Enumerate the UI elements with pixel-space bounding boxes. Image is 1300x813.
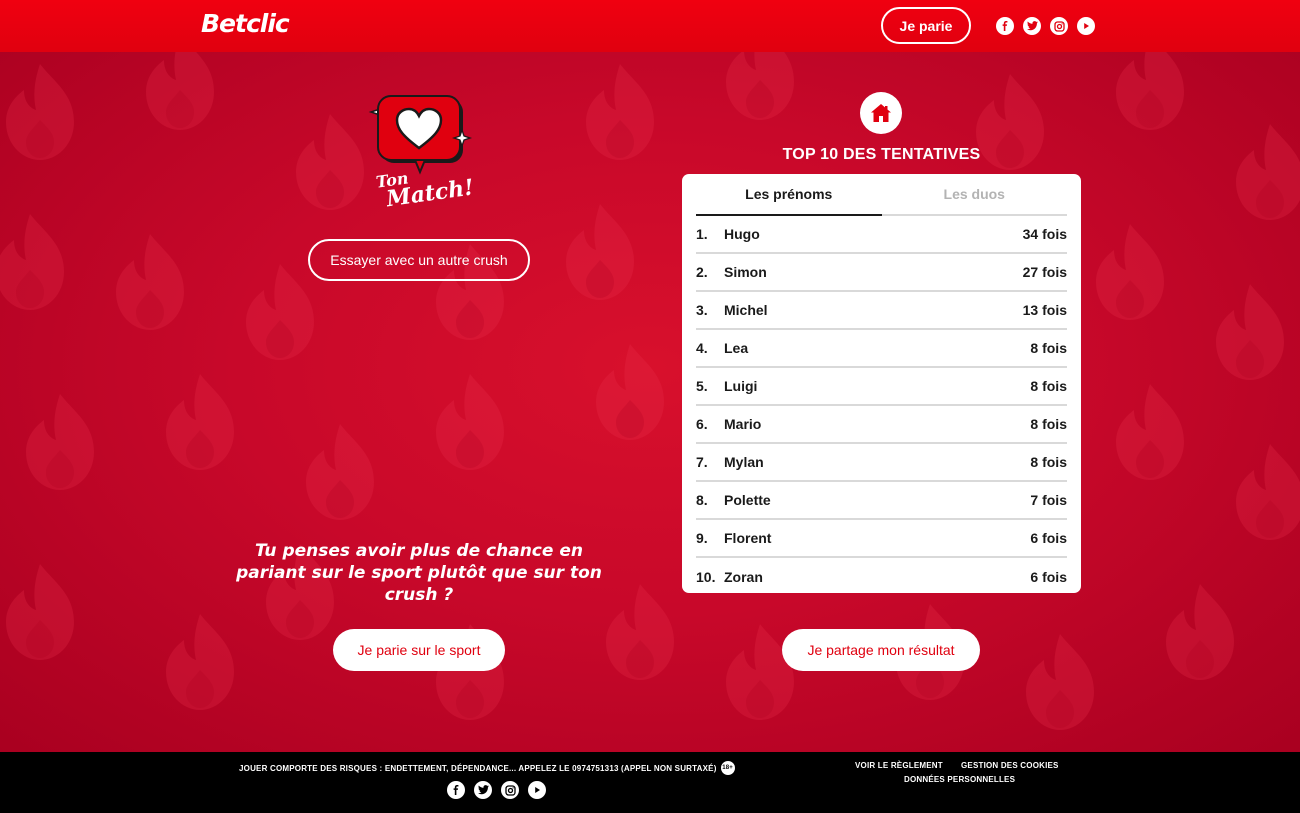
row-name: Lea xyxy=(724,340,749,356)
row-count: 13 fois xyxy=(1022,302,1067,318)
row-rank: 5. xyxy=(696,378,708,394)
row-count: 27 fois xyxy=(1022,264,1067,280)
top-header: Betclic Je parie xyxy=(0,0,1300,52)
betclic-logo[interactable]: Betclic xyxy=(201,9,290,38)
footer-social-links xyxy=(447,781,546,799)
rules-link[interactable]: VOIR LE RÈGLEMENT xyxy=(855,761,943,770)
row-name: Hugo xyxy=(724,226,760,242)
ranking-tabs: Les prénoms Les duos xyxy=(696,174,1067,216)
row-count: 8 fois xyxy=(1030,378,1067,394)
home-icon xyxy=(871,104,891,122)
tab-prenoms[interactable]: Les prénoms xyxy=(696,174,882,216)
row-name: Florent xyxy=(724,530,772,546)
facebook-icon[interactable] xyxy=(996,17,1014,35)
ranking-row: 3. Michel 13 fois xyxy=(696,292,1067,330)
ton-match-badge: Ton Match! xyxy=(363,92,477,220)
row-rank: 8. xyxy=(696,492,708,508)
row-count: 8 fois xyxy=(1030,340,1067,356)
twitter-icon[interactable] xyxy=(474,781,492,799)
flame-pattern-background xyxy=(0,52,1300,730)
row-name: Simon xyxy=(724,264,767,280)
tagline-text: Tu penses avoir plus de chance en parian… xyxy=(236,541,602,605)
twitter-icon[interactable] xyxy=(1023,17,1041,35)
row-rank: 6. xyxy=(696,416,708,432)
row-rank: 1. xyxy=(696,226,708,242)
row-count: 8 fois xyxy=(1030,454,1067,470)
youtube-icon[interactable] xyxy=(528,781,546,799)
ranking-row: 8. Polette 7 fois xyxy=(696,482,1067,520)
risk-text: JOUER COMPORTE DES RISQUES : ENDETTEMENT… xyxy=(239,763,717,773)
share-result-button[interactable]: Je partage mon résultat xyxy=(782,629,980,671)
footer: JOUER COMPORTE DES RISQUES : ENDETTEMENT… xyxy=(0,752,1300,813)
ranking-row: 4. Lea 8 fois xyxy=(696,330,1067,368)
age-18-badge: 18+ xyxy=(720,761,735,775)
gambling-risk-warning: JOUER COMPORTE DES RISQUES : ENDETTEMENT… xyxy=(239,761,735,775)
row-rank: 3. xyxy=(696,302,708,318)
ranking-row: 2. Simon 27 fois xyxy=(696,254,1067,292)
ranking-card: Les prénoms Les duos 1. Hugo 34 fois 2. Simo… xyxy=(682,174,1081,593)
row-count: 34 fois xyxy=(1022,226,1067,242)
row-name: Mario xyxy=(724,416,762,432)
ranking-row: 9. Florent 6 fois xyxy=(696,520,1067,558)
personal-data-link[interactable]: DONNÉES PERSONNELLES xyxy=(904,775,1015,784)
row-count: 6 fois xyxy=(1030,569,1067,585)
row-rank: 7. xyxy=(696,454,708,470)
cookies-link[interactable]: GESTION DES COOKIES xyxy=(961,761,1059,770)
row-count: 6 fois xyxy=(1030,530,1067,546)
tab-duos[interactable]: Les duos xyxy=(882,174,1068,214)
instagram-icon[interactable] xyxy=(1050,17,1068,35)
home-button[interactable] xyxy=(860,92,902,134)
facebook-icon[interactable] xyxy=(447,781,465,799)
row-name: Zoran xyxy=(724,569,763,585)
row-name: Michel xyxy=(724,302,768,318)
ranking-row: 6. Mario 8 fois xyxy=(696,406,1067,444)
ranking-row: 1. Hugo 34 fois xyxy=(696,216,1067,254)
ranking-list: 1. Hugo 34 fois 2. Simon 27 fois 3. Michel 13 fo… xyxy=(696,216,1067,596)
row-name: Mylan xyxy=(724,454,764,470)
ranking-row: 7. Mylan 8 fois xyxy=(696,444,1067,482)
ranking-row: 10. Zoran 6 fois xyxy=(696,558,1067,596)
row-rank: 4. xyxy=(696,340,708,356)
ranking-row: 5. Luigi 8 fois xyxy=(696,368,1067,406)
row-rank: 9. xyxy=(696,530,708,546)
row-rank: 2. xyxy=(696,264,708,280)
bet-sport-button[interactable]: Je parie sur le sport xyxy=(333,629,505,671)
youtube-icon[interactable] xyxy=(1077,17,1095,35)
row-count: 7 fois xyxy=(1030,492,1067,508)
header-social-links xyxy=(996,17,1095,35)
je-parie-button[interactable]: Je parie xyxy=(881,7,971,44)
row-count: 8 fois xyxy=(1030,416,1067,432)
main-area: Ton Match! Essayer avec un autre crush T… xyxy=(0,52,1300,752)
row-name: Polette xyxy=(724,492,771,508)
top10-title: TOP 10 DES TENTATIVES xyxy=(782,146,981,163)
row-rank: 10. xyxy=(696,569,716,585)
instagram-icon[interactable] xyxy=(501,781,519,799)
retry-crush-button[interactable]: Essayer avec un autre crush xyxy=(308,239,530,281)
row-name: Luigi xyxy=(724,378,758,394)
